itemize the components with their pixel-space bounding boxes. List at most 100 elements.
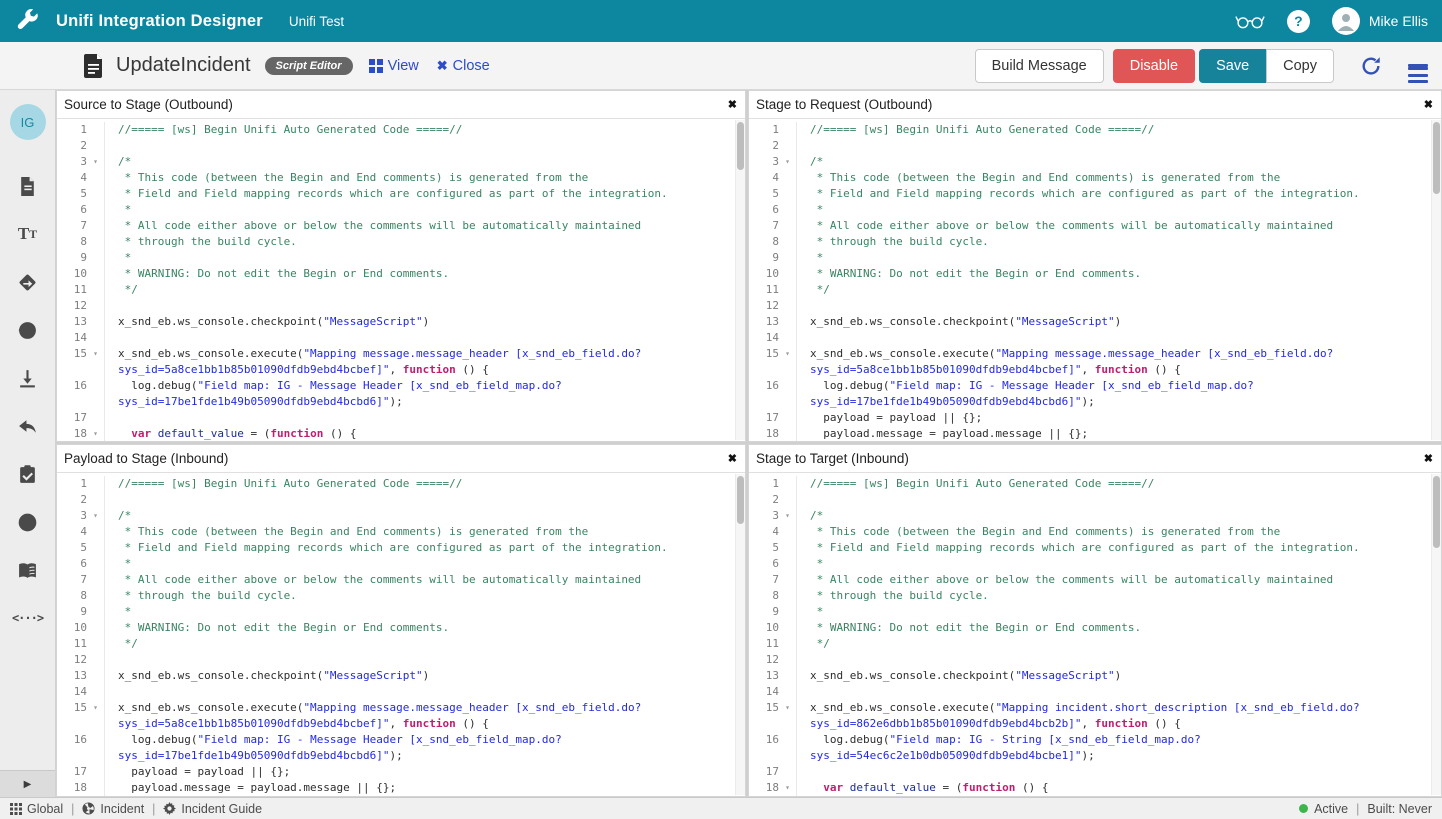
disable-button[interactable]: Disable xyxy=(1113,49,1195,83)
code-line[interactable]: 15▾x_snd_eb.ws_console.execute("Mapping … xyxy=(749,700,1441,716)
scrollbar-thumb[interactable] xyxy=(1433,122,1440,194)
code-line[interactable]: 11 */ xyxy=(57,282,745,298)
expand-arrow-icon[interactable]: ▶ xyxy=(0,770,55,797)
code-line[interactable]: 3▾/* xyxy=(749,154,1441,170)
code-line[interactable]: 18▾ var default_value = (function () { xyxy=(749,780,1441,796)
code-line[interactable]: 5 * Field and Field mapping records whic… xyxy=(57,540,745,556)
code-line[interactable]: sys_id=17be1fde1b49b05090dfdb9ebd4bcbd6]… xyxy=(57,394,745,410)
code-line[interactable]: 3▾/* xyxy=(749,508,1441,524)
code-line[interactable]: sys_id=5a8ce1bb1b85b01090dfdb9ebd4bcbef]… xyxy=(57,716,745,732)
code-line[interactable]: 1//===== [ws] Begin Unifi Auto Generated… xyxy=(57,122,745,138)
code-line[interactable]: 1//===== [ws] Begin Unifi Auto Generated… xyxy=(749,122,1441,138)
code-line[interactable]: 8 * through the build cycle. xyxy=(749,234,1441,250)
code-line[interactable]: 2 xyxy=(57,138,745,154)
user-avatar[interactable] xyxy=(1332,7,1360,35)
code-line[interactable]: 14 xyxy=(57,330,745,346)
code-line[interactable]: 8 * through the build cycle. xyxy=(57,588,745,604)
code-line[interactable]: 17 payload = payload || {}; xyxy=(749,410,1441,426)
panel-close-icon[interactable]: ✖ xyxy=(728,452,737,465)
code-line[interactable]: 18▾ var default_value = (function () { xyxy=(57,426,745,442)
code-line[interactable]: 7 * All code either above or below the c… xyxy=(749,572,1441,588)
code-line[interactable]: 12 xyxy=(57,298,745,314)
build-message-button[interactable]: Build Message xyxy=(975,49,1104,83)
code-line[interactable]: 12 xyxy=(749,298,1441,314)
scrollbar[interactable] xyxy=(735,474,745,795)
code-line[interactable]: 17 xyxy=(749,764,1441,780)
code-line[interactable]: 17 payload = payload || {}; xyxy=(57,764,745,780)
view-button[interactable]: View xyxy=(369,58,419,74)
code-line[interactable]: 7 * All code either above or below the c… xyxy=(749,218,1441,234)
code-editor[interactable]: 1//===== [ws] Begin Unifi Auto Generated… xyxy=(57,473,745,796)
code-line[interactable]: 14 xyxy=(57,684,745,700)
code-line[interactable]: 7 * All code either above or below the c… xyxy=(57,218,745,234)
help-icon[interactable]: ? xyxy=(1287,10,1310,33)
scrollbar-thumb[interactable] xyxy=(737,476,744,524)
code-line[interactable]: 18 payload.message = payload.message || … xyxy=(749,426,1441,442)
code-line[interactable]: 13x_snd_eb.ws_console.checkpoint("Messag… xyxy=(57,314,745,330)
code-line[interactable]: 15▾x_snd_eb.ws_console.execute("Mapping … xyxy=(57,346,745,362)
user-menu[interactable]: Mike Ellis xyxy=(1332,7,1428,35)
scrollbar-thumb[interactable] xyxy=(1433,476,1440,548)
code-line[interactable]: 4 * This code (between the Begin and End… xyxy=(749,524,1441,540)
code-line[interactable]: 6 * xyxy=(749,202,1441,218)
code-line[interactable]: 17 xyxy=(57,410,745,426)
scrollbar[interactable] xyxy=(1431,474,1441,795)
code-line[interactable]: 10 * WARNING: Do not edit the Begin or E… xyxy=(749,266,1441,282)
copy-button[interactable]: Copy xyxy=(1266,49,1334,83)
code-line[interactable]: 2 xyxy=(749,138,1441,154)
code-line[interactable]: 14 xyxy=(749,330,1441,346)
scrollbar[interactable] xyxy=(735,120,745,440)
panel-close-icon[interactable]: ✖ xyxy=(728,98,737,111)
code-line[interactable]: 16 log.debug("Field map: IG - Message He… xyxy=(57,732,745,748)
code-line[interactable]: 11 */ xyxy=(57,636,745,652)
code-line[interactable]: 4 * This code (between the Begin and End… xyxy=(57,170,745,186)
code-line[interactable]: 9 * xyxy=(749,604,1441,620)
code-line[interactable]: 10 * WARNING: Do not edit the Begin or E… xyxy=(57,620,745,636)
code-line[interactable]: 7 * All code either above or below the c… xyxy=(57,572,745,588)
code-line[interactable]: 9 * xyxy=(749,250,1441,266)
download-icon[interactable] xyxy=(16,366,40,390)
code-line[interactable]: 12 xyxy=(57,652,745,668)
code-editor[interactable]: 1//===== [ws] Begin Unifi Auto Generated… xyxy=(749,473,1441,796)
documentation-icon[interactable] xyxy=(16,558,40,582)
integration-avatar[interactable]: IG xyxy=(10,104,46,140)
code-line[interactable]: 11 */ xyxy=(749,282,1441,298)
text-format-icon[interactable]: TT xyxy=(16,222,40,246)
code-line[interactable]: 13x_snd_eb.ws_console.checkpoint("Messag… xyxy=(749,668,1441,684)
tasks-icon[interactable] xyxy=(16,462,40,486)
scope-incident-guide[interactable]: Incident Guide xyxy=(163,802,262,816)
code-line[interactable]: 16 log.debug("Field map: IG - Message He… xyxy=(57,378,745,394)
history-icon[interactable] xyxy=(16,318,40,342)
code-line[interactable]: 16 log.debug("Field map: IG - String [x_… xyxy=(749,732,1441,748)
code-line[interactable]: 8 * through the build cycle. xyxy=(57,234,745,250)
code-line[interactable]: 10 * WARNING: Do not edit the Begin or E… xyxy=(749,620,1441,636)
code-line[interactable]: 3▾/* xyxy=(57,508,745,524)
close-button[interactable]: ✖ Close xyxy=(437,58,490,74)
code-icon[interactable]: <···> xyxy=(16,606,40,630)
glasses-icon[interactable] xyxy=(1235,11,1265,31)
scrollbar[interactable] xyxy=(1431,120,1441,440)
panel-close-icon[interactable]: ✖ xyxy=(1424,452,1433,465)
code-line[interactable]: sys_id=54ec6c2e1b0db05090dfdb9ebd4bcbe1]… xyxy=(749,748,1441,764)
code-line[interactable]: 9 * xyxy=(57,604,745,620)
code-line[interactable]: 2 xyxy=(57,492,745,508)
document-icon[interactable] xyxy=(16,174,40,198)
code-line[interactable]: 12 xyxy=(749,652,1441,668)
code-line[interactable]: 6 * xyxy=(57,556,745,572)
scrollbar-thumb[interactable] xyxy=(737,122,744,170)
code-line[interactable]: 18 payload.message = payload.message || … xyxy=(57,780,745,796)
undo-icon[interactable] xyxy=(16,414,40,438)
code-line[interactable]: sys_id=17be1fde1b49b05090dfdb9ebd4bcbd6]… xyxy=(57,748,745,764)
code-line[interactable]: sys_id=17be1fde1b49b05090dfdb9ebd4bcbd6]… xyxy=(749,394,1441,410)
code-line[interactable]: 10 * WARNING: Do not edit the Begin or E… xyxy=(57,266,745,282)
scope-global[interactable]: Global xyxy=(10,802,63,816)
code-line[interactable]: 13x_snd_eb.ws_console.checkpoint("Messag… xyxy=(57,668,745,684)
code-line[interactable]: 1//===== [ws] Begin Unifi Auto Generated… xyxy=(749,476,1441,492)
play-icon[interactable] xyxy=(16,510,40,534)
code-line[interactable]: 16 log.debug("Field map: IG - Message He… xyxy=(749,378,1441,394)
save-button[interactable]: Save xyxy=(1199,49,1266,83)
code-line[interactable]: 6 * xyxy=(57,202,745,218)
code-line[interactable]: sys_id=5a8ce1bb1b85b01090dfdb9ebd4bcbef]… xyxy=(57,362,745,378)
code-line[interactable]: 3▾/* xyxy=(57,154,745,170)
code-editor[interactable]: 1//===== [ws] Begin Unifi Auto Generated… xyxy=(749,119,1441,442)
